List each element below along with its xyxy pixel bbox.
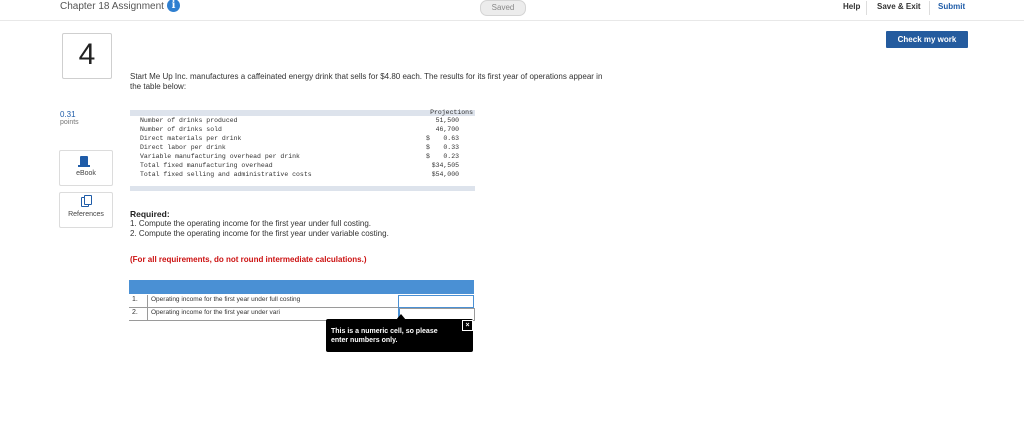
table-row-value: $54,000 xyxy=(431,171,459,178)
answer-row-label: Operating income for the first year unde… xyxy=(151,296,301,303)
table-row-label: Total fixed manufacturing overhead xyxy=(140,162,273,169)
close-icon[interactable]: × xyxy=(462,320,473,331)
rounding-note: (For all requirements, do not round inte… xyxy=(130,255,367,264)
intro-line: the table below: xyxy=(130,82,187,91)
table-row-label: Number of drinks sold xyxy=(140,126,222,133)
answer-row-label: Operating income for the first year unde… xyxy=(151,309,280,316)
submit-link[interactable]: Submit xyxy=(938,2,965,11)
divider xyxy=(929,1,930,15)
table-row-label: Variable manufacturing overhead per drin… xyxy=(140,153,300,160)
table-row-value: 0.33 xyxy=(443,144,459,151)
requirement-1: 1. Compute the operating income for the … xyxy=(130,219,372,228)
check-my-work-button[interactable]: Check my work xyxy=(886,31,968,48)
copy-icon xyxy=(81,195,92,207)
points-value: 0.31 xyxy=(60,110,76,119)
table-row-dollar: $ xyxy=(426,144,430,151)
table-row-dollar: $ xyxy=(426,135,430,142)
operating-income-full-costing-input[interactable] xyxy=(398,295,474,308)
answer-row-number: 1. xyxy=(132,296,138,303)
intro-line: Start Me Up Inc. manufactures a caffeina… xyxy=(130,72,603,81)
question-intro: Start Me Up Inc. manufactures a caffeina… xyxy=(130,72,750,92)
assignment-title: Chapter 18 Assignment xyxy=(60,1,164,12)
book-icon xyxy=(78,156,90,167)
references-label: References xyxy=(68,211,104,218)
tooltip-text: This is a numeric cell, so please enter … xyxy=(331,327,461,345)
tooltip-line: This is a numeric cell, so please xyxy=(331,328,438,335)
save-exit-link[interactable]: Save & Exit xyxy=(877,2,921,11)
question-number: 4 xyxy=(78,38,96,71)
table-row-label: Number of drinks produced xyxy=(140,117,238,124)
table-row-label: Direct labor per drink xyxy=(140,144,226,151)
answer-row: 1. Operating income for the first year u… xyxy=(129,295,474,308)
table-row-value: 0.23 xyxy=(443,153,459,160)
requirement-2: 2. Compute the operating income for the … xyxy=(130,229,389,238)
answer-row-number: 2. xyxy=(132,309,138,316)
help-link[interactable]: Help xyxy=(843,2,860,11)
table-row-dollar: $ xyxy=(426,153,430,160)
points-label: points xyxy=(60,119,79,126)
table-row-value: 0.63 xyxy=(443,135,459,142)
saved-status-badge: Saved xyxy=(480,0,526,16)
projections-header: Projections xyxy=(430,109,473,116)
ebook-label: eBook xyxy=(76,170,96,177)
table-row-label: Total fixed selling and administrative c… xyxy=(140,171,312,178)
table-row-value: 51,500 xyxy=(435,117,459,124)
table-bottom-band xyxy=(130,186,475,191)
answer-table-header xyxy=(129,280,474,294)
table-row-value: 46,700 xyxy=(435,126,459,133)
divider xyxy=(147,308,148,320)
table-row-value: $34,505 xyxy=(431,162,459,169)
divider xyxy=(866,1,867,15)
table-top-band xyxy=(130,110,475,116)
tooltip-line: enter numbers only. xyxy=(331,337,398,344)
table-row-label: Direct materials per drink xyxy=(140,135,242,142)
required-heading: Required: xyxy=(130,209,170,219)
divider xyxy=(147,295,148,307)
